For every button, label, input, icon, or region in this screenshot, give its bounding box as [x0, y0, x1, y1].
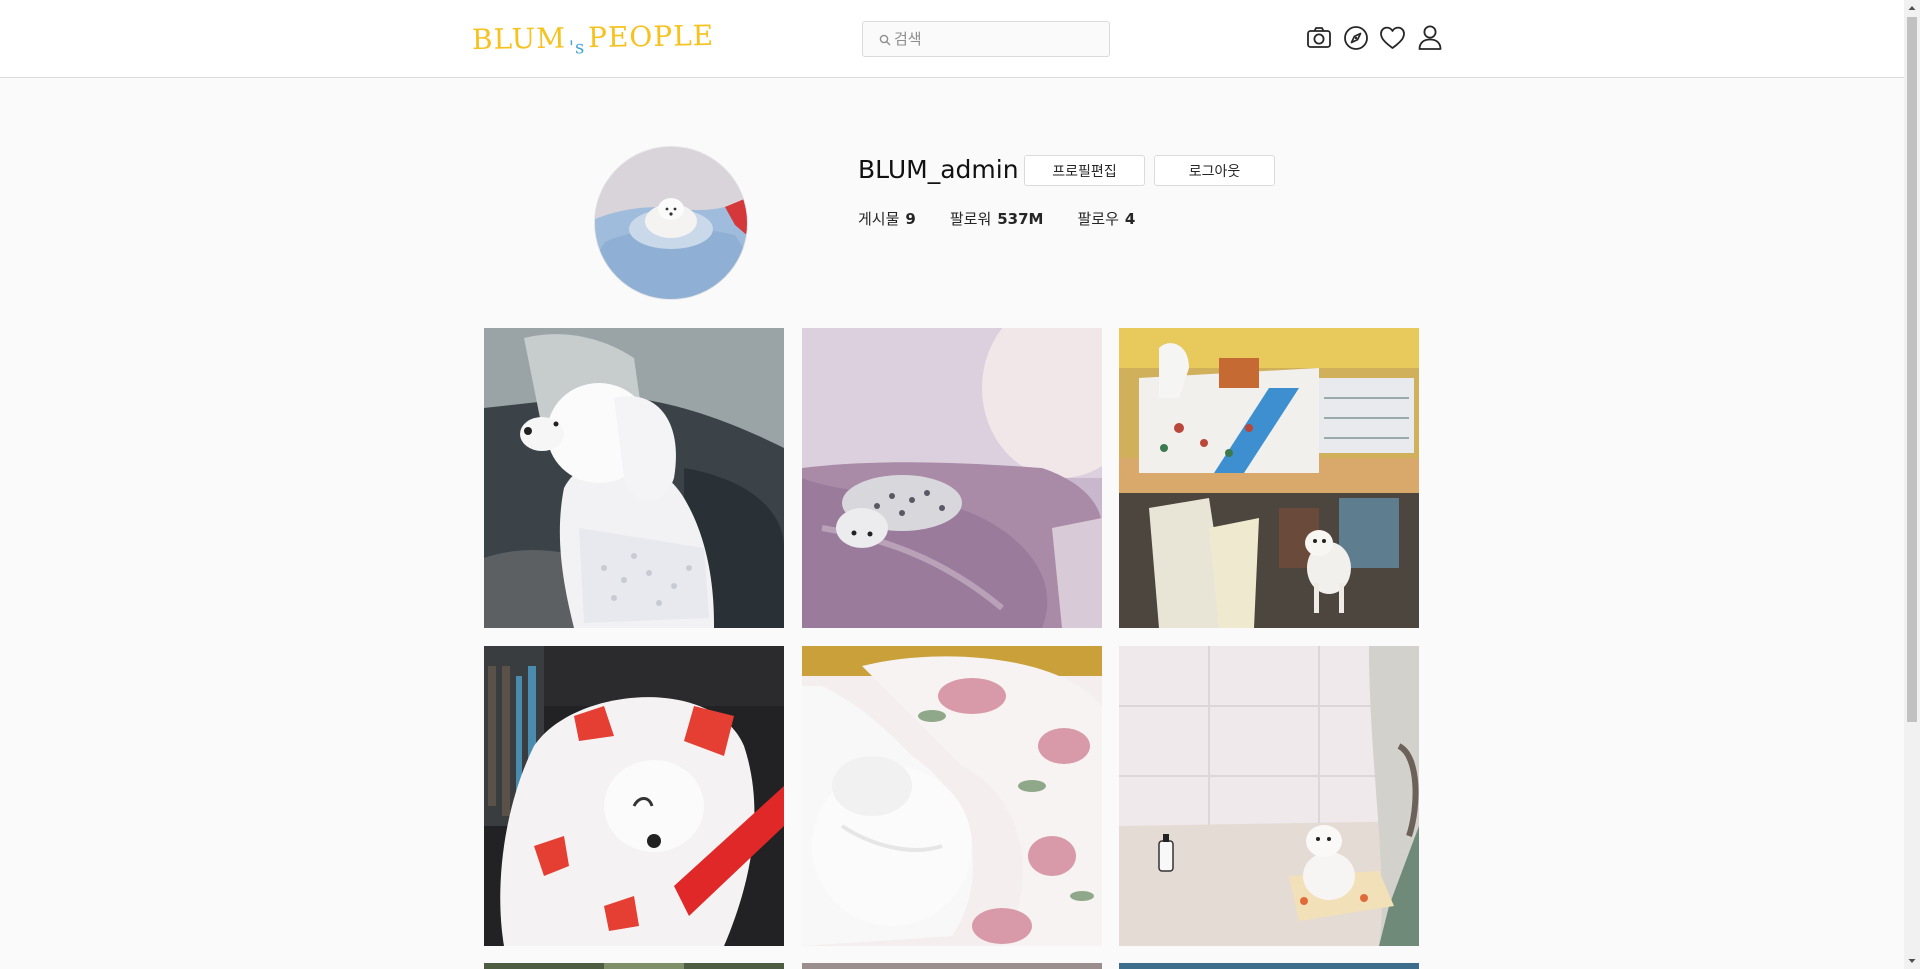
nav-icon-group	[1305, 24, 1443, 52]
photo-tile[interactable]	[802, 963, 1102, 969]
scroll-down-arrow-icon[interactable]	[1904, 953, 1920, 969]
camera-icon[interactable]	[1305, 24, 1332, 51]
photo-tile[interactable]	[1119, 646, 1419, 946]
search-input[interactable]	[894, 26, 1099, 52]
stat-following-count: 4	[1124, 210, 1136, 228]
stat-followers[interactable]: 팔로워 537M	[950, 209, 1044, 229]
scroll-up-arrow-icon[interactable]	[1904, 0, 1920, 16]
logo-text-tail: PEOPLE	[587, 18, 715, 55]
logo-apostrophe: 's	[568, 37, 586, 59]
top-navigation-bar: BLUM'sPEOPLE	[0, 0, 1904, 78]
stat-followers-label: 팔로워	[949, 210, 992, 228]
profile-stats: 게시물 9 팔로워 537M 팔로우 4	[858, 209, 1135, 229]
photo-tile[interactable]	[484, 328, 784, 628]
photo-tile[interactable]	[802, 328, 1102, 628]
user-icon[interactable]	[1416, 24, 1443, 51]
compass-icon[interactable]	[1342, 24, 1369, 51]
photo-tile[interactable]	[484, 963, 784, 969]
edit-profile-button[interactable]: 프로필편집	[1024, 155, 1145, 186]
logo-text-main: BLUM	[471, 21, 567, 57]
search-icon	[879, 34, 891, 46]
page-scrollbar[interactable]	[1904, 0, 1920, 969]
logout-button[interactable]: 로그아웃	[1154, 155, 1275, 186]
photo-tile[interactable]	[1119, 328, 1419, 628]
profile-avatar[interactable]	[594, 146, 748, 300]
profile-username: BLUM_admin	[858, 155, 1019, 184]
photo-tile[interactable]	[802, 646, 1102, 946]
stat-following[interactable]: 팔로우 4	[1078, 209, 1136, 229]
stat-posts: 게시물 9	[858, 209, 916, 229]
photo-tile[interactable]	[1119, 963, 1419, 969]
search-box[interactable]	[862, 21, 1110, 57]
stat-posts-label: 게시물	[858, 210, 900, 228]
photo-tile[interactable]	[484, 646, 784, 946]
stat-posts-count: 9	[905, 210, 916, 228]
brand-logo[interactable]: BLUM'sPEOPLE	[471, 18, 715, 59]
heart-icon[interactable]	[1379, 24, 1406, 51]
stat-followers-count: 537M	[997, 210, 1044, 228]
scrollbar-thumb[interactable]	[1907, 17, 1917, 722]
stat-following-label: 팔로우	[1077, 210, 1119, 228]
